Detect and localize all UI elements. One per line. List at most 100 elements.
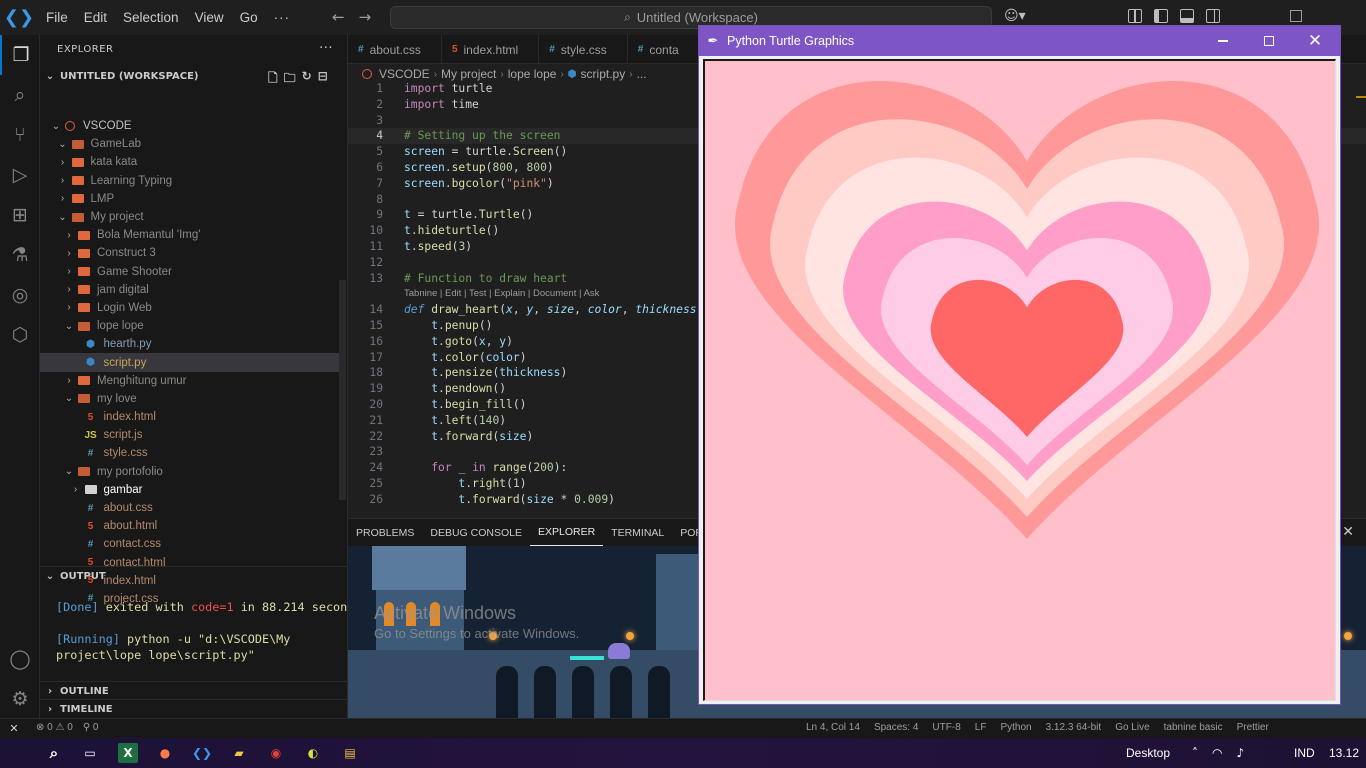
tree-item[interactable]: 5 index.html: [40, 408, 340, 426]
tab-style-css[interactable]: # style.css: [539, 35, 628, 64]
settings-gear-icon[interactable]: ⚙: [0, 679, 40, 719]
back-arrow-icon[interactable]: ←: [332, 8, 345, 26]
edge-browser-icon[interactable]: ◎: [0, 275, 40, 315]
copilot-icon[interactable]: ☺▾: [1004, 8, 1026, 24]
run-debug-icon[interactable]: ▷: [0, 155, 40, 195]
tab-about-css[interactable]: # about.css: [348, 35, 442, 64]
task-view-icon[interactable]: ▭: [80, 743, 100, 763]
explorer-files-icon[interactable]: ❐: [0, 35, 40, 75]
outline-section-header[interactable]: › OUTLINE: [40, 681, 347, 701]
maximize-button[interactable]: [1246, 26, 1292, 56]
panel-tab-terminal[interactable]: TERMINAL: [603, 519, 672, 546]
refresh-icon[interactable]: ↻: [302, 69, 312, 90]
tree-item[interactable]: › kata kata: [40, 153, 340, 171]
breadcrumb-item[interactable]: VSCODE: [379, 67, 430, 81]
explorer-more-button[interactable]: ···: [319, 41, 333, 56]
search-icon[interactable]: ⌕: [0, 75, 40, 115]
tree-item[interactable]: JS script.js: [40, 426, 340, 444]
close-button[interactable]: ✕: [1292, 26, 1338, 56]
menu-selection[interactable]: Selection: [115, 10, 187, 25]
tree-item[interactable]: › Bola Memantul 'Img': [40, 226, 340, 244]
clock[interactable]: 13.12: [1329, 746, 1359, 760]
volume-icon[interactable]: ♪: [1236, 746, 1244, 760]
forward-arrow-icon[interactable]: →: [359, 8, 372, 26]
tree-item[interactable]: › Construct 3: [40, 244, 340, 262]
breadcrumb-item[interactable]: My project: [441, 67, 496, 81]
go-live-button[interactable]: Go Live: [1115, 722, 1149, 733]
excel-icon[interactable]: X: [118, 743, 138, 763]
tree-item[interactable]: # style.css: [40, 444, 340, 462]
minimize-button[interactable]: [1200, 26, 1246, 56]
turtle-window-titlebar[interactable]: ✒ Python Turtle Graphics ✕: [699, 26, 1340, 56]
network-icon[interactable]: ◠: [1212, 746, 1222, 760]
codelens-text[interactable]: Tabnine | Edit | Test | Explain | Docume…: [404, 286, 599, 302]
workspace-section-header[interactable]: ⌄ UNTITLED (WORKSPACE) 🗋 🗀 ↻ ⊟: [40, 65, 347, 87]
breadcrumb-item[interactable]: lope lope: [508, 67, 557, 81]
indentation[interactable]: Spaces: 4: [874, 722, 918, 733]
tree-item[interactable]: › Menghitung umur: [40, 372, 340, 390]
tree-item[interactable]: ⌄ GameLab: [40, 135, 340, 153]
tree-item[interactable]: › gambar: [40, 481, 340, 499]
tree-item[interactable]: ⌄ my portofolio: [40, 463, 340, 481]
customize-layout-icon[interactable]: [1128, 9, 1142, 23]
turtle-canvas[interactable]: [705, 61, 1335, 700]
window-restore-icon[interactable]: [1290, 10, 1302, 22]
toggle-panel-icon[interactable]: [1180, 9, 1194, 23]
breadcrumb-item[interactable]: ...: [637, 67, 647, 81]
panel-close-icon[interactable]: ✕: [1342, 524, 1354, 540]
new-file-icon[interactable]: 🗋: [268, 69, 278, 90]
tree-item[interactable]: ⌄ VSCODE: [40, 117, 340, 135]
collapse-all-icon[interactable]: ⊟: [318, 69, 328, 90]
menu-edit[interactable]: Edit: [76, 10, 115, 25]
tree-item[interactable]: ⌄ my love: [40, 390, 340, 408]
tree-item[interactable]: ⌄ lope lope: [40, 317, 340, 335]
tab-index-html[interactable]: 5 index.html: [442, 35, 540, 64]
output-section-header[interactable]: ⌄ OUTPUT: [40, 566, 347, 586]
tree-item[interactable]: › Game Shooter: [40, 263, 340, 281]
python-idle-icon[interactable]: ▤: [340, 743, 360, 763]
app-icon[interactable]: ●: [155, 743, 175, 763]
input-language[interactable]: IND: [1294, 746, 1315, 760]
tree-item[interactable]: › Learning Typing: [40, 172, 340, 190]
desktop-toolbar[interactable]: Desktop: [1126, 746, 1170, 760]
tree-item[interactable]: › LMP: [40, 190, 340, 208]
cursor-position[interactable]: Ln 4, Col 14: [806, 722, 860, 733]
prettier-status[interactable]: Prettier: [1237, 722, 1269, 733]
vscode-taskbar-icon[interactable]: ❮❯: [192, 743, 212, 763]
panel-tab-problems[interactable]: PROBLEMS: [348, 519, 422, 546]
tree-item[interactable]: # contact.css: [40, 535, 340, 553]
testing-flask-icon[interactable]: ⚗: [0, 235, 40, 275]
chrome-icon[interactable]: ◉: [266, 743, 286, 763]
account-icon[interactable]: ◯: [0, 639, 40, 679]
python-interpreter[interactable]: 3.12.3 64-bit: [1046, 722, 1102, 733]
source-control-icon[interactable]: ⑂: [0, 115, 40, 155]
encoding[interactable]: UTF-8: [932, 722, 960, 733]
menu-view[interactable]: View: [187, 10, 232, 25]
tab-contact[interactable]: # conta: [628, 35, 700, 64]
tree-item[interactable]: 5 about.html: [40, 517, 340, 535]
tree-item[interactable]: # about.css: [40, 499, 340, 517]
show-hidden-icons-icon[interactable]: ˄: [1192, 746, 1198, 760]
menu-go[interactable]: Go: [232, 10, 266, 25]
file-explorer-icon[interactable]: ▰: [229, 743, 249, 763]
tree-item[interactable]: ⬢ hearth.py: [40, 335, 340, 353]
tree-scrollbar[interactable]: [339, 280, 346, 500]
menu-more-button[interactable]: ···: [266, 10, 299, 25]
language-mode[interactable]: Python: [1000, 722, 1031, 733]
tree-item[interactable]: › jam digital: [40, 281, 340, 299]
remote-explorer-icon[interactable]: ⬡: [0, 315, 40, 355]
app-icon-2[interactable]: ◐: [303, 743, 323, 763]
toggle-primary-sidebar-icon[interactable]: [1154, 9, 1168, 23]
windows-start-icon[interactable]: [10, 744, 27, 761]
problems-counter[interactable]: ⊗ 0 ⚠ 0: [36, 722, 73, 733]
extensions-icon[interactable]: ⊞: [0, 195, 40, 235]
tree-item[interactable]: › Login Web: [40, 299, 340, 317]
search-icon[interactable]: ⌕: [44, 743, 64, 763]
remote-indicator-icon[interactable]: ✕: [0, 719, 28, 738]
tree-item[interactable]: ⌄ My project: [40, 208, 340, 226]
tabnine-status[interactable]: tabnine basic: [1164, 722, 1223, 733]
toggle-secondary-sidebar-icon[interactable]: [1206, 9, 1220, 23]
end-of-line[interactable]: LF: [975, 722, 987, 733]
panel-tab-debug-console[interactable]: DEBUG CONSOLE: [422, 519, 530, 546]
ports-counter[interactable]: ⚲ 0: [83, 722, 99, 733]
